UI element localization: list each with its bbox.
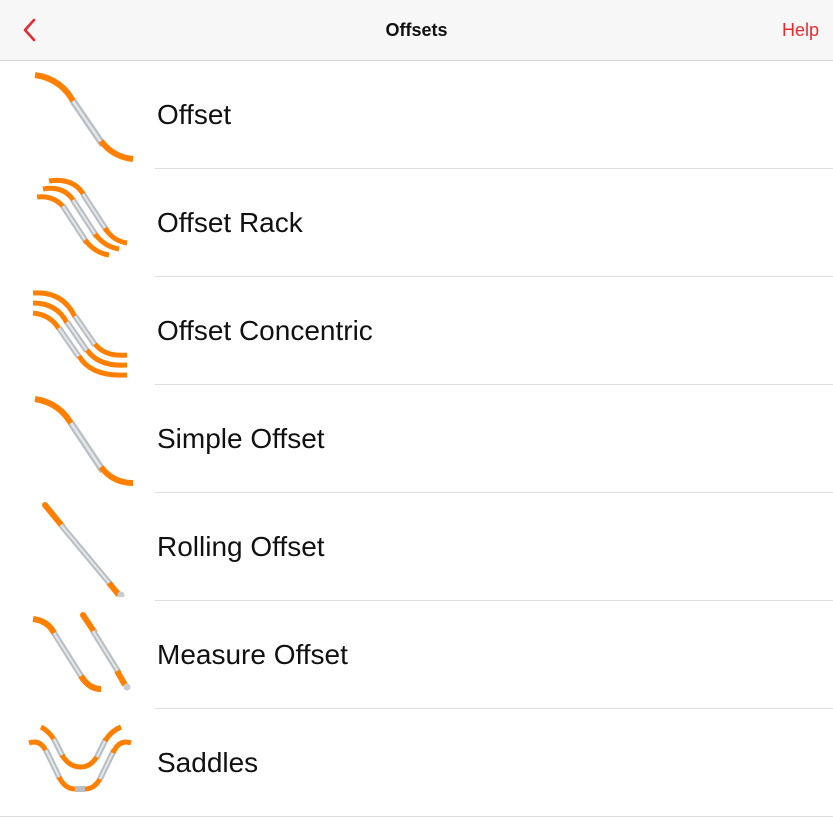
list-item-simple-offset[interactable]: Simple Offset	[0, 385, 833, 493]
list-item-measure-offset[interactable]: Measure Offset	[0, 601, 833, 709]
rolling-offset-icon	[42, 502, 125, 597]
list-item-label: Offset	[157, 99, 232, 130]
list-item-offset-rack[interactable]: Offset Rack	[0, 169, 833, 277]
list-item-label: Offset Rack	[157, 207, 303, 238]
offsets-list: Offset Offset Rack Offset Concentric Sim…	[0, 61, 833, 817]
offset-icon	[34, 72, 134, 162]
offset-concentric-icon	[32, 290, 128, 378]
list-item-label: Offset Concentric	[157, 315, 373, 346]
saddles-icon	[28, 724, 132, 792]
help-button[interactable]: Help	[782, 0, 819, 60]
navigation-bar: Offsets Help	[0, 0, 833, 61]
list-item-label: Measure Offset	[157, 639, 348, 670]
measure-offset-icon	[32, 612, 131, 692]
list-item-label: Saddles	[157, 747, 259, 778]
list-item-label: Rolling Offset	[157, 531, 325, 562]
list-item-offset-concentric[interactable]: Offset Concentric	[0, 277, 833, 385]
page-title: Offsets	[385, 20, 448, 40]
list-item-rolling-offset[interactable]: Rolling Offset	[0, 493, 833, 601]
list-item-label: Simple Offset	[157, 423, 325, 454]
row-divider	[0, 816, 833, 817]
list-item-saddles[interactable]: Saddles	[0, 709, 833, 817]
list-item-offset[interactable]: Offset	[0, 61, 833, 169]
simple-offset-icon	[34, 396, 134, 486]
offset-rack-icon	[36, 177, 128, 258]
